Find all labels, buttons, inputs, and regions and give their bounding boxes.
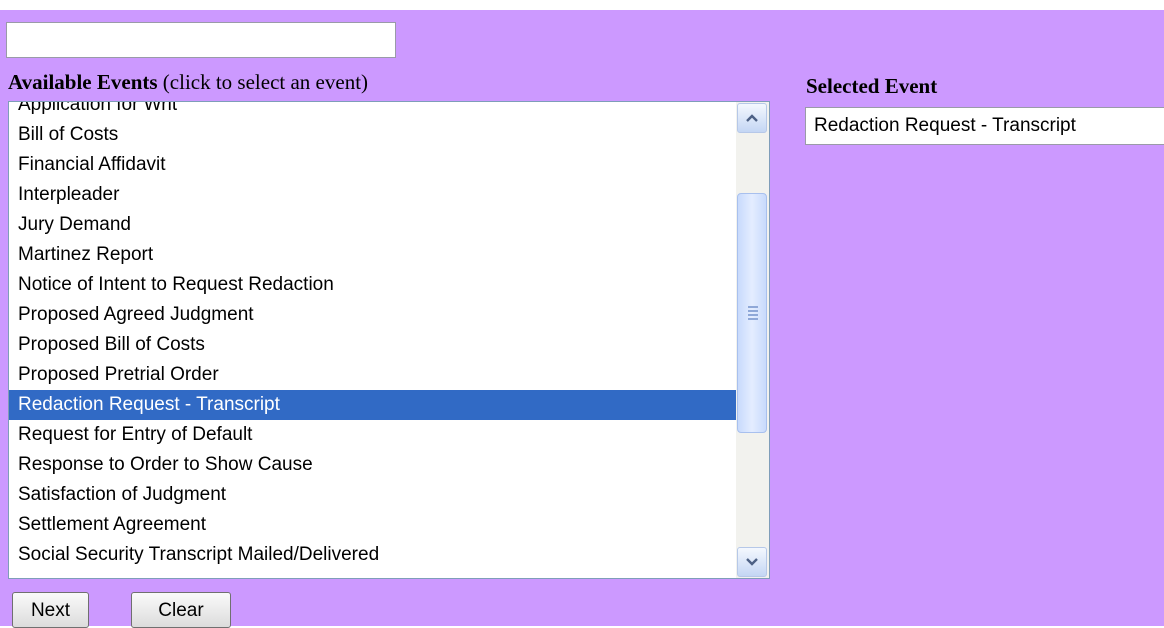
chevron-up-icon (746, 114, 758, 122)
list-item[interactable]: Redaction Request - Transcript (9, 390, 737, 420)
list-item[interactable]: Application for Writ (9, 102, 737, 120)
event-selection-panel: Available Events (click to select an eve… (0, 10, 1164, 628)
selected-event-field[interactable]: Redaction Request - Transcript (805, 107, 1164, 145)
next-button[interactable]: Next (12, 592, 89, 628)
list-item[interactable]: Settlement Agreement (9, 510, 737, 540)
list-item[interactable]: Request for Entry of Default (9, 420, 737, 450)
available-events-list[interactable]: Application for Writ Bill of Costs Financi… (8, 101, 770, 579)
selected-event-heading: Selected Event (806, 74, 938, 98)
list-item[interactable]: Satisfaction of Judgment (9, 480, 737, 510)
available-events-hint: (click to select an event) (157, 70, 369, 94)
list-item[interactable]: Interpleader (9, 180, 737, 210)
list-item[interactable]: Proposed Agreed Judgment (9, 300, 737, 330)
available-events-title: Available Events (8, 70, 158, 94)
list-item[interactable]: Proposed Pretrial Order (9, 360, 737, 390)
scroll-up-button[interactable] (737, 103, 767, 133)
list-item[interactable]: Response to Order to Show Cause (9, 450, 737, 480)
list-item[interactable]: Social Security Transcript Mailed/Delive… (9, 540, 737, 570)
available-events-heading: Available Events (click to select an eve… (8, 69, 368, 95)
event-search-input[interactable] (6, 22, 396, 58)
list-item[interactable]: Notice of Intent to Request Redaction (9, 270, 737, 300)
list-viewport: Application for Writ Bill of Costs Financi… (9, 102, 737, 578)
list-scrollbar[interactable] (736, 102, 769, 578)
clear-button[interactable]: Clear (131, 592, 231, 628)
list-item[interactable]: Financial Affidavit (9, 150, 737, 180)
list-item[interactable]: Martinez Report (9, 240, 737, 270)
scroll-thumb[interactable] (737, 193, 767, 433)
list-item[interactable]: Bill of Costs (9, 120, 737, 150)
list-item[interactable]: Proposed Bill of Costs (9, 330, 737, 360)
scroll-thumb-grip (748, 306, 758, 322)
scroll-down-button[interactable] (737, 547, 767, 577)
chevron-down-icon (746, 558, 758, 566)
list-item[interactable]: Jury Demand (9, 210, 737, 240)
list-items-container: Application for Writ Bill of Costs Financi… (9, 102, 737, 570)
